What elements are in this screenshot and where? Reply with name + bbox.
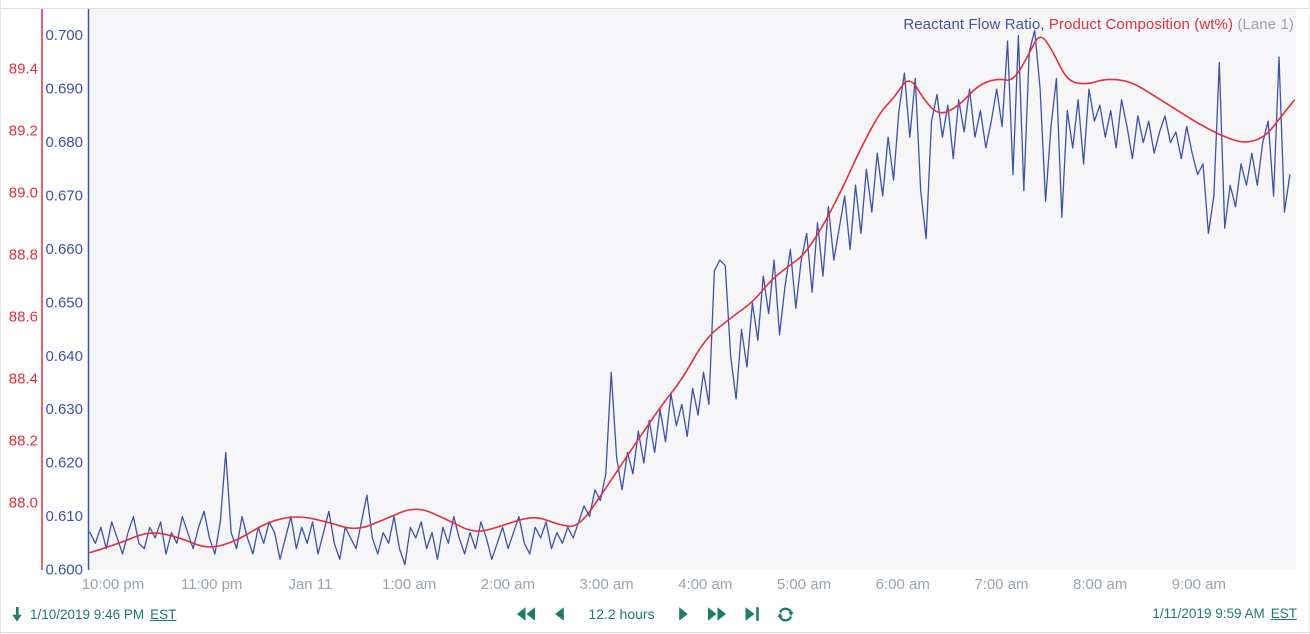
blue-axis-tick-label: 0.670 — [45, 188, 83, 205]
chart-legend: Reactant Flow Ratio, Product Composition… — [903, 16, 1294, 33]
blue-axis-tick-label: 0.700 — [45, 27, 83, 44]
refresh-icon — [777, 606, 794, 623]
time-window-label[interactable]: 12.2 hours — [580, 606, 662, 622]
x-axis-tick-label: 7:00 am — [974, 576, 1028, 593]
red-axis-tick-label: 88.2 — [9, 433, 38, 450]
pan-step-backward-button[interactable] — [551, 603, 567, 625]
x-axis-tick-label: 4:00 am — [678, 576, 732, 593]
pan-step-forward-button[interactable] — [676, 603, 692, 625]
blue-axis-tick-label: 0.640 — [45, 348, 83, 365]
x-axis-tick-label: 11:00 pm — [181, 576, 242, 593]
pan-fast-backward-button[interactable] — [514, 603, 538, 625]
blue-axis-tick-label: 0.620 — [45, 455, 83, 472]
blue-axis-tick-label: 0.600 — [45, 562, 83, 579]
step-backward-icon — [553, 606, 565, 622]
widget-bottom-border — [0, 632, 1310, 633]
red-axis-tick-label: 88.6 — [9, 309, 38, 326]
blue-axis-tick-label: 0.630 — [45, 401, 83, 418]
pan-fast-forward-button[interactable] — [705, 603, 729, 625]
red-axis-tick-label: 89.0 — [9, 185, 38, 202]
x-axis-tick-label: 3:00 am — [579, 576, 633, 593]
blue-axis-tick-label: 0.650 — [45, 294, 83, 311]
plot-area[interactable] — [89, 9, 1296, 570]
step-forward-icon — [678, 606, 690, 622]
blue-axis-tick-label: 0.610 — [45, 508, 83, 525]
legend-separator: , — [1040, 16, 1049, 33]
legend-series-product-composition: Product Composition (wt%) — [1049, 16, 1233, 33]
range-end-text: 1/11/2019 9:59 AM — [1152, 606, 1264, 621]
x-axis-tick-label: 6:00 am — [876, 576, 930, 593]
blue-axis-tick-label: 0.690 — [45, 81, 83, 98]
red-axis-tick-label: 89.4 — [9, 61, 38, 78]
timezone-link-end[interactable]: EST — [1271, 606, 1297, 621]
red-axis-tick-label: 89.2 — [9, 123, 38, 140]
x-axis-tick-label: Jan 11 — [288, 576, 332, 593]
fast-forward-icon — [707, 606, 727, 622]
x-axis-tick-label: 1:00 am — [382, 576, 436, 593]
trend-chart-widget: 89.4 89.2 89.0 88.8 88.6 88.4 88.2 88.0 0.700 0.6… — [0, 0, 1310, 634]
refresh-button[interactable] — [775, 603, 796, 625]
x-axis-tick-label: 9:00 am — [1172, 576, 1226, 593]
red-axis-tick-label: 88.0 — [9, 495, 38, 512]
range-end-timestamp: 1/11/2019 9:59 AM EST — [1152, 606, 1297, 621]
x-axis-tick-label: 5:00 am — [777, 576, 831, 593]
skip-to-latest-button[interactable] — [742, 603, 762, 625]
legend-lane-label: (Lane 1) — [1233, 16, 1294, 33]
red-axis-tick-label: 88.4 — [9, 371, 38, 388]
blue-axis-tick-label: 0.680 — [45, 134, 83, 151]
chart-canvas[interactable]: 89.4 89.2 89.0 88.8 88.6 88.4 88.2 88.0 0.700 0.6… — [0, 0, 1310, 600]
skip-to-end-icon — [744, 606, 760, 622]
x-axis-tick-label: 8:00 am — [1073, 576, 1127, 593]
legend-series-reactant-flow-ratio: Reactant Flow Ratio — [903, 16, 1040, 33]
fast-backward-icon — [516, 606, 536, 622]
x-axis-tick-label: 10:00 pm — [82, 576, 145, 593]
red-axis-tick-label: 88.8 — [9, 247, 38, 264]
chart-footer: 1/10/2019 9:46 PMEST 12.2 hours — [0, 601, 1310, 631]
blue-axis-tick-label: 0.660 — [45, 241, 83, 258]
x-axis-tick-label: 2:00 am — [481, 576, 535, 593]
time-navigation-controls: 12.2 hours — [0, 603, 1310, 625]
